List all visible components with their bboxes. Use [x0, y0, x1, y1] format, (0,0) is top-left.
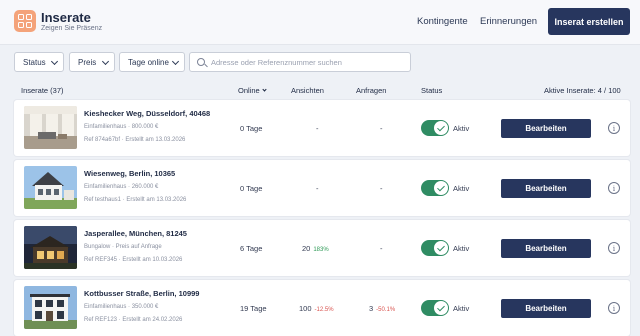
days-online: 6 Tage — [240, 244, 263, 253]
table-row: Kieshecker Weg, Düsseldorf, 40468 Einfam… — [14, 100, 630, 156]
listing-address[interactable]: Kottbusser Straße, Berlin, 10999 — [84, 289, 199, 298]
price-filter-label: Preis — [78, 57, 97, 67]
search-icon — [197, 58, 205, 66]
listing-ref-created: Ref REF123 · Erstellt am 24.02.2026 — [84, 317, 183, 323]
price-filter[interactable]: Preis — [69, 52, 115, 72]
listing-ref-created: Ref testhaus1 · Erstellt am 13.03.2026 — [84, 197, 187, 203]
days-online: 19 Tage — [240, 304, 267, 313]
status-toggle[interactable] — [421, 180, 449, 196]
listing-ref-created: Ref REF345 · Erstellt am 10.03.2026 — [84, 257, 183, 263]
status-filter-label: Status — [23, 57, 46, 67]
edit-button[interactable]: Bearbeiten — [501, 119, 591, 138]
views-value: - — [316, 124, 319, 133]
status-label: Aktiv — [453, 244, 470, 253]
table-row: Jasperallee, München, 81245 Bungalow · P… — [14, 220, 630, 276]
app-subtitle: Zeigen Sie Präsenz — [41, 25, 103, 32]
check-icon — [434, 121, 448, 135]
views-value: - — [316, 184, 319, 193]
views-value: 20 — [302, 244, 311, 253]
status-label: Aktiv — [453, 304, 470, 313]
listing-type-price: Einfamilienhaus · 800.000 € — [84, 124, 159, 130]
listing-photo — [24, 226, 77, 269]
app-header: Inserate Zeigen Sie Präsenz Kontingente … — [0, 0, 640, 45]
days-online-filter-label: Tage online — [128, 57, 169, 67]
days-online: 0 Tage — [240, 124, 263, 133]
nav-erinnerungen[interactable]: Erinnerungen — [480, 16, 537, 27]
listing-address[interactable]: Kieshecker Weg, Düsseldorf, 40468 — [84, 109, 210, 118]
info-icon[interactable]: i — [608, 182, 620, 194]
inquiries-count: 3 -50.1% — [369, 304, 395, 313]
app-title: Inserate — [41, 10, 91, 25]
days-online: 0 Tage — [240, 184, 263, 193]
edit-button[interactable]: Bearbeiten — [501, 299, 591, 318]
info-icon[interactable]: i — [608, 302, 620, 314]
search-placeholder: Adresse oder Referenznummer suchen — [211, 58, 342, 67]
nav-kontingente[interactable]: Kontingente — [417, 16, 468, 27]
views-change: -12.5% — [314, 307, 334, 313]
status-label: Aktiv — [453, 124, 470, 133]
table-row: Wiesenweg, Berlin, 10365 Einfamilienhaus… — [14, 160, 630, 216]
status-toggle[interactable] — [421, 240, 449, 256]
inquiries-value: - — [380, 184, 383, 193]
days-online-filter[interactable]: Tage online — [119, 52, 185, 72]
check-icon — [434, 181, 448, 195]
info-icon[interactable]: i — [608, 122, 620, 134]
column-header-inserate: Inserate (37) — [21, 86, 64, 95]
listing-photo — [24, 166, 77, 209]
column-header-ansichten: Ansichten — [291, 86, 324, 95]
listing-type-price: Einfamilienhaus · 350.000 € — [84, 304, 159, 310]
views-change: 183% — [313, 247, 329, 253]
chevron-down-icon — [262, 87, 267, 92]
status-toggle[interactable] — [421, 120, 449, 136]
table-row: Kottbusser Straße, Berlin, 10999 Einfami… — [14, 280, 630, 336]
listing-type-price: Einfamilienhaus · 260.000 € — [84, 184, 159, 190]
chevron-down-icon — [171, 57, 180, 66]
column-header-online[interactable]: Online — [238, 86, 267, 95]
check-icon — [434, 301, 448, 315]
info-icon[interactable]: i — [608, 242, 620, 254]
active-listings-count: Aktive Inserate: 4 / 100 — [544, 86, 621, 95]
column-header-anfragen: Anfragen — [356, 86, 387, 95]
inquiries-value: - — [380, 244, 383, 253]
status-toggle[interactable] — [421, 300, 449, 316]
listing-photo — [24, 286, 77, 329]
listing-ref-created: Ref 874a67bf · Erstellt am 13.03.2026 — [84, 137, 186, 143]
edit-button[interactable]: Bearbeiten — [501, 179, 591, 198]
chevron-down-icon — [50, 57, 59, 66]
listing-address[interactable]: Wiesenweg, Berlin, 10365 — [84, 169, 175, 178]
column-header-status: Status — [421, 86, 443, 95]
inquiries-count: - — [380, 124, 386, 133]
check-icon — [434, 241, 448, 255]
views-count: 20 183% — [302, 244, 329, 253]
views-count: 100 -12.5% — [299, 304, 334, 313]
status-filter[interactable]: Status — [14, 52, 64, 72]
views-count: - — [316, 184, 322, 193]
inquiries-count: - — [380, 244, 386, 253]
create-listing-button[interactable]: Inserat erstellen — [548, 8, 630, 35]
listing-type-price: Bungalow · Preis auf Anfrage — [84, 244, 162, 250]
status-label: Aktiv — [453, 184, 470, 193]
inquiries-count: - — [380, 184, 386, 193]
app-logo-icon — [14, 10, 36, 32]
search-input[interactable]: Adresse oder Referenznummer suchen — [189, 52, 411, 72]
views-count: - — [316, 124, 322, 133]
inquiries-change: -50.1% — [376, 307, 396, 313]
inquiries-value: - — [380, 124, 383, 133]
listing-address[interactable]: Jasperallee, München, 81245 — [84, 229, 187, 238]
edit-button[interactable]: Bearbeiten — [501, 239, 591, 258]
chevron-down-icon — [101, 57, 110, 66]
inquiries-value: 3 — [369, 304, 374, 313]
listing-photo — [24, 106, 77, 149]
column-header-online-label: Online — [238, 86, 260, 95]
views-value: 100 — [299, 304, 312, 313]
